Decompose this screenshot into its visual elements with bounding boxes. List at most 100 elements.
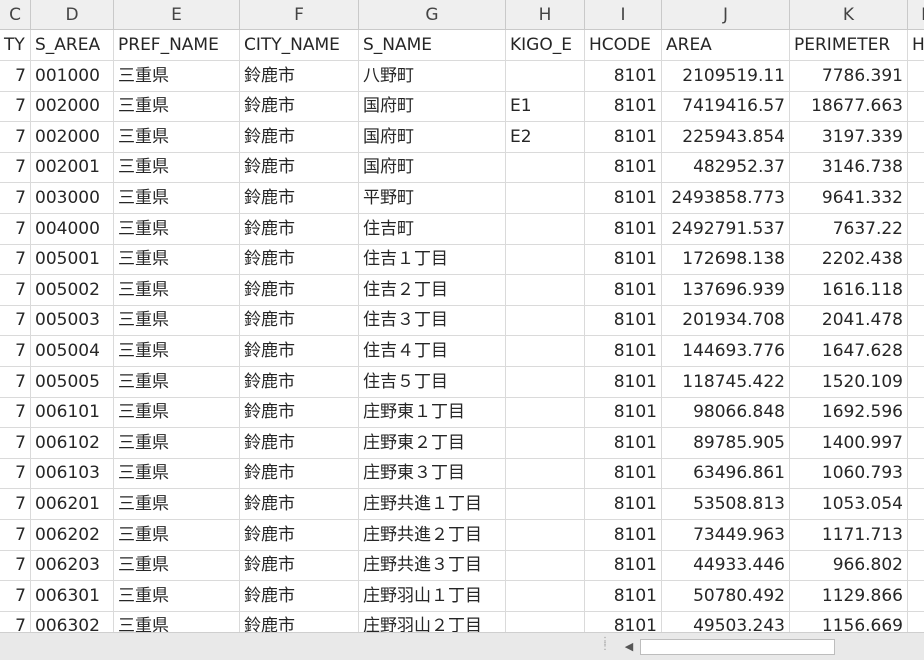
table-cell[interactable]: 鈴鹿市 (240, 121, 359, 153)
table-cell[interactable]: 004000 (31, 213, 114, 245)
table-cell[interactable]: 1400.997 (790, 427, 908, 459)
table-cell[interactable]: 8101 (585, 366, 662, 398)
table-cell[interactable] (908, 122, 924, 153)
table-cell[interactable]: 三重県 (114, 519, 240, 551)
table-cell[interactable]: 鈴鹿市 (240, 458, 359, 490)
table-cell[interactable]: 三重県 (114, 305, 240, 337)
table-cell[interactable]: 7 (0, 611, 31, 632)
table-cell[interactable]: 7 (0, 60, 31, 92)
table-cell[interactable] (908, 305, 924, 337)
table-cell[interactable] (506, 458, 585, 490)
field-header-cell[interactable]: S_AREA (31, 30, 114, 61)
table-cell[interactable]: 2492791.537 (662, 213, 790, 245)
field-header-cell[interactable]: TY (0, 30, 31, 61)
table-cell[interactable]: 1647.628 (790, 336, 908, 367)
table-cell[interactable]: 006202 (31, 519, 114, 551)
table-cell[interactable]: 三重県 (114, 60, 240, 92)
table-cell[interactable]: 庄野羽山２丁目 (359, 611, 506, 632)
table-cell[interactable]: 8101 (585, 91, 662, 123)
table-cell[interactable] (908, 91, 924, 123)
field-header-cell[interactable]: H (908, 30, 924, 61)
table-cell[interactable]: 三重県 (114, 213, 240, 245)
table-cell[interactable]: 225943.854 (662, 121, 790, 153)
table-cell[interactable] (506, 611, 585, 632)
table-cell[interactable]: 8101 (585, 244, 662, 276)
column-header-c[interactable]: C (0, 0, 31, 30)
table-cell[interactable] (908, 581, 924, 612)
table-cell[interactable]: 鈴鹿市 (240, 397, 359, 429)
table-cell[interactable]: 7 (0, 336, 31, 367)
table-cell[interactable]: 3197.339 (790, 121, 908, 153)
horizontal-scrollbar-thumb[interactable] (640, 639, 835, 655)
table-cell[interactable]: 2041.478 (790, 305, 908, 337)
table-cell[interactable]: 53508.813 (662, 489, 790, 520)
field-header-cell[interactable]: HCODE (585, 30, 662, 61)
table-cell[interactable]: 8101 (585, 305, 662, 337)
table-cell[interactable]: 三重県 (114, 91, 240, 123)
table-cell[interactable]: 8101 (585, 336, 662, 367)
table-cell[interactable]: 8101 (585, 183, 662, 214)
table-cell[interactable]: 住吉町 (359, 213, 506, 245)
table-cell[interactable]: 7 (0, 580, 31, 612)
table-cell[interactable]: 1616.118 (790, 274, 908, 306)
table-cell[interactable]: 005005 (31, 366, 114, 398)
table-cell[interactable]: 2202.438 (790, 244, 908, 276)
table-cell[interactable] (908, 397, 924, 429)
table-cell[interactable]: 7 (0, 183, 31, 214)
table-cell[interactable] (908, 550, 924, 582)
table-cell[interactable]: 005002 (31, 274, 114, 306)
table-cell[interactable]: 三重県 (114, 336, 240, 367)
table-cell[interactable]: 庄野東１丁目 (359, 397, 506, 429)
table-cell[interactable]: 1129.866 (790, 580, 908, 612)
table-cell[interactable]: 137696.939 (662, 274, 790, 306)
table-cell[interactable]: 庄野共進３丁目 (359, 550, 506, 582)
table-cell[interactable]: 8101 (585, 274, 662, 306)
table-cell[interactable]: 005001 (31, 244, 114, 276)
table-cell[interactable] (506, 519, 585, 551)
table-cell[interactable]: E1 (506, 91, 585, 123)
table-cell[interactable]: 966.802 (790, 550, 908, 582)
table-cell[interactable] (506, 60, 585, 92)
table-cell[interactable]: 8101 (585, 121, 662, 153)
table-cell[interactable]: 7 (0, 519, 31, 551)
table-cell[interactable]: 006101 (31, 397, 114, 429)
table-cell[interactable]: 7 (0, 427, 31, 459)
table-cell[interactable]: 庄野東２丁目 (359, 427, 506, 459)
table-cell[interactable]: 8101 (585, 397, 662, 429)
table-cell[interactable]: 三重県 (114, 121, 240, 153)
table-cell[interactable] (506, 366, 585, 398)
column-header-g[interactable]: G (359, 0, 506, 30)
table-cell[interactable] (908, 428, 924, 459)
scroll-left-icon[interactable]: ◀ (620, 638, 638, 656)
table-cell[interactable]: 482952.37 (662, 152, 790, 184)
table-cell[interactable]: 7 (0, 366, 31, 398)
table-cell[interactable]: 006103 (31, 458, 114, 490)
table-cell[interactable]: 国府町 (359, 91, 506, 123)
table-cell[interactable]: 鈴鹿市 (240, 580, 359, 612)
table-cell[interactable]: 庄野東３丁目 (359, 458, 506, 490)
table-cell[interactable] (506, 397, 585, 429)
table-cell[interactable]: 7 (0, 213, 31, 245)
table-cell[interactable]: 002001 (31, 152, 114, 184)
splitter-grip-icon[interactable]: ⋮ ⋮ (600, 637, 610, 655)
table-cell[interactable] (506, 550, 585, 582)
table-cell[interactable]: 8101 (585, 580, 662, 612)
field-header-cell[interactable]: AREA (662, 30, 790, 61)
table-cell[interactable]: 三重県 (114, 152, 240, 184)
table-cell[interactable]: 8101 (585, 213, 662, 245)
table-cell[interactable]: 98066.848 (662, 397, 790, 429)
table-cell[interactable]: 3146.738 (790, 152, 908, 184)
column-header-i[interactable]: I (585, 0, 662, 30)
table-cell[interactable]: 鈴鹿市 (240, 519, 359, 551)
table-cell[interactable]: 7637.22 (790, 213, 908, 245)
table-cell[interactable]: 8101 (585, 60, 662, 92)
table-cell[interactable]: 住吉２丁目 (359, 274, 506, 306)
table-cell[interactable]: 三重県 (114, 183, 240, 214)
table-cell[interactable]: 8101 (585, 427, 662, 459)
table-cell[interactable]: 006203 (31, 550, 114, 582)
column-header-e[interactable]: E (114, 0, 240, 30)
table-cell[interactable]: 8101 (585, 611, 662, 632)
table-cell[interactable]: 89785.905 (662, 427, 790, 459)
table-cell[interactable]: E2 (506, 121, 585, 153)
table-cell[interactable] (908, 611, 924, 632)
